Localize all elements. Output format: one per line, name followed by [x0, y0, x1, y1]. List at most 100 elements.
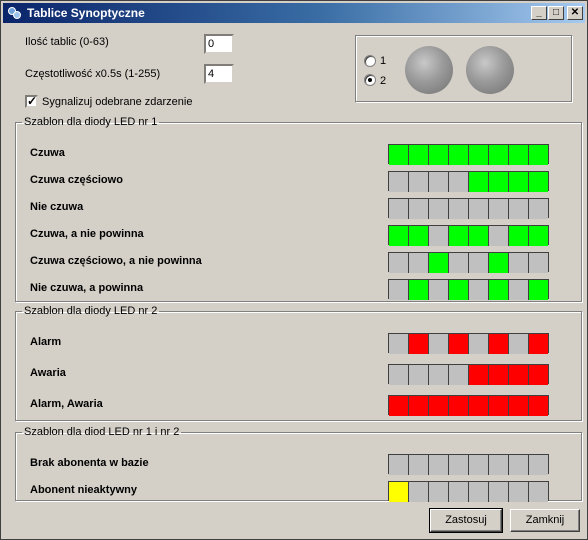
led-pattern-cell[interactable]: [429, 396, 449, 416]
led-pattern-cell[interactable]: [449, 396, 469, 416]
led-pattern-cell[interactable]: [489, 280, 509, 300]
led-pattern-cell[interactable]: [409, 199, 429, 219]
led-pattern-cell[interactable]: [469, 482, 489, 502]
led-pattern-cell[interactable]: [409, 280, 429, 300]
led-pattern-cell[interactable]: [489, 334, 509, 354]
led-pattern-cell[interactable]: [389, 226, 409, 246]
led-pattern-cell[interactable]: [449, 334, 469, 354]
led-pattern-cell[interactable]: [489, 396, 509, 416]
led-pattern-cell[interactable]: [529, 253, 548, 273]
led-pattern-cell[interactable]: [509, 253, 529, 273]
led-pattern-cell[interactable]: [409, 253, 429, 273]
led-pattern-cell[interactable]: [449, 199, 469, 219]
led-pattern-cell[interactable]: [509, 455, 529, 475]
led-pattern-cell[interactable]: [469, 172, 489, 192]
led-pattern-cell[interactable]: [529, 455, 548, 475]
led-pattern-cell[interactable]: [469, 199, 489, 219]
led-pattern-cell[interactable]: [389, 334, 409, 354]
led-pattern-cell[interactable]: [529, 199, 548, 219]
led-pattern-cell[interactable]: [509, 226, 529, 246]
led-pattern-cell[interactable]: [509, 365, 529, 385]
frequency-input[interactable]: [204, 64, 234, 84]
led-pattern-cell[interactable]: [429, 199, 449, 219]
led-pattern-cell[interactable]: [489, 199, 509, 219]
led-pattern-cell[interactable]: [449, 482, 469, 502]
led-pattern-cell[interactable]: [509, 145, 529, 165]
maximize-button[interactable]: □: [548, 6, 564, 20]
led-pattern-cell[interactable]: [409, 145, 429, 165]
led-pattern-cell[interactable]: [449, 253, 469, 273]
signal-event-checkbox[interactable]: ✓: [25, 94, 38, 108]
led-pattern-cell[interactable]: [469, 365, 489, 385]
led-pattern-cell[interactable]: [429, 172, 449, 192]
led-pattern-cell[interactable]: [529, 226, 548, 246]
led-pattern-cell[interactable]: [529, 334, 548, 354]
led-pattern-cell[interactable]: [509, 396, 529, 416]
led-pattern-cell[interactable]: [389, 199, 409, 219]
led-pattern-cell[interactable]: [429, 365, 449, 385]
led-pattern-cell[interactable]: [429, 253, 449, 273]
led-pattern-cell[interactable]: [469, 455, 489, 475]
led-pattern-cell[interactable]: [409, 334, 429, 354]
led-pattern-cell[interactable]: [429, 145, 449, 165]
preview-radio-1[interactable]: [364, 55, 376, 67]
led-pattern-cell[interactable]: [389, 280, 409, 300]
led-pattern-cell[interactable]: [389, 482, 409, 502]
led-pattern-cell[interactable]: [489, 172, 509, 192]
led-pattern-cell[interactable]: [509, 334, 529, 354]
led-pattern-cell[interactable]: [509, 280, 529, 300]
led-pattern-cell[interactable]: [469, 145, 489, 165]
led-pattern-cell[interactable]: [469, 226, 489, 246]
led-pattern-cell[interactable]: [489, 145, 509, 165]
led-pattern-cell[interactable]: [449, 172, 469, 192]
led-pattern-cell[interactable]: [409, 172, 429, 192]
preview-radio-2[interactable]: [364, 74, 376, 86]
apply-button[interactable]: Zastosuj: [429, 508, 503, 533]
led-pattern-cell[interactable]: [469, 280, 489, 300]
led-pattern-cell[interactable]: [409, 482, 429, 502]
led-pattern-cell[interactable]: [449, 455, 469, 475]
led-pattern-cell[interactable]: [489, 482, 509, 502]
led-pattern-cell[interactable]: [489, 455, 509, 475]
led-pattern-cell[interactable]: [389, 145, 409, 165]
led-pattern-cell[interactable]: [469, 253, 489, 273]
close-button[interactable]: Zamknij: [510, 509, 580, 532]
led-pattern-cell[interactable]: [529, 482, 548, 502]
led-pattern-cell[interactable]: [529, 365, 548, 385]
led-pattern-cell[interactable]: [409, 365, 429, 385]
led-pattern-cell[interactable]: [389, 455, 409, 475]
led-pattern-cell[interactable]: [389, 172, 409, 192]
led-pattern-cell[interactable]: [449, 145, 469, 165]
led-pattern-cell[interactable]: [489, 365, 509, 385]
led-pattern-cell[interactable]: [389, 253, 409, 273]
led-pattern-cell[interactable]: [429, 334, 449, 354]
led-pattern-cell[interactable]: [489, 253, 509, 273]
led-pattern-cell[interactable]: [509, 199, 529, 219]
led-pattern-cell[interactable]: [529, 145, 548, 165]
minimize-button[interactable]: _: [531, 6, 547, 20]
led-pattern-cell[interactable]: [449, 280, 469, 300]
led-pattern-cell[interactable]: [409, 226, 429, 246]
led-pattern-cell[interactable]: [449, 365, 469, 385]
led-pattern-cell[interactable]: [529, 172, 548, 192]
led-pattern-cell[interactable]: [389, 365, 409, 385]
led-pattern-cell[interactable]: [409, 455, 429, 475]
led-pattern-cell[interactable]: [389, 396, 409, 416]
led-pattern-cell[interactable]: [509, 172, 529, 192]
title-bar[interactable]: Tablice Synoptyczne _ □ ✕: [3, 3, 585, 23]
led-pattern-cell[interactable]: [429, 482, 449, 502]
led-pattern-cell[interactable]: [409, 396, 429, 416]
close-window-button[interactable]: ✕: [567, 6, 583, 20]
led-pattern-cell[interactable]: [429, 226, 449, 246]
led-pattern-cell[interactable]: [489, 226, 509, 246]
led-1-preview: [405, 46, 453, 94]
led-pattern-cell[interactable]: [529, 396, 548, 416]
led-pattern-cell[interactable]: [529, 280, 548, 300]
led-pattern-cell[interactable]: [429, 455, 449, 475]
led-pattern-cell[interactable]: [429, 280, 449, 300]
led-pattern-cell[interactable]: [469, 396, 489, 416]
led-pattern-cell[interactable]: [469, 334, 489, 354]
led-pattern-cell[interactable]: [449, 226, 469, 246]
led-pattern-cell[interactable]: [509, 482, 529, 502]
boards-count-input[interactable]: [204, 34, 234, 54]
